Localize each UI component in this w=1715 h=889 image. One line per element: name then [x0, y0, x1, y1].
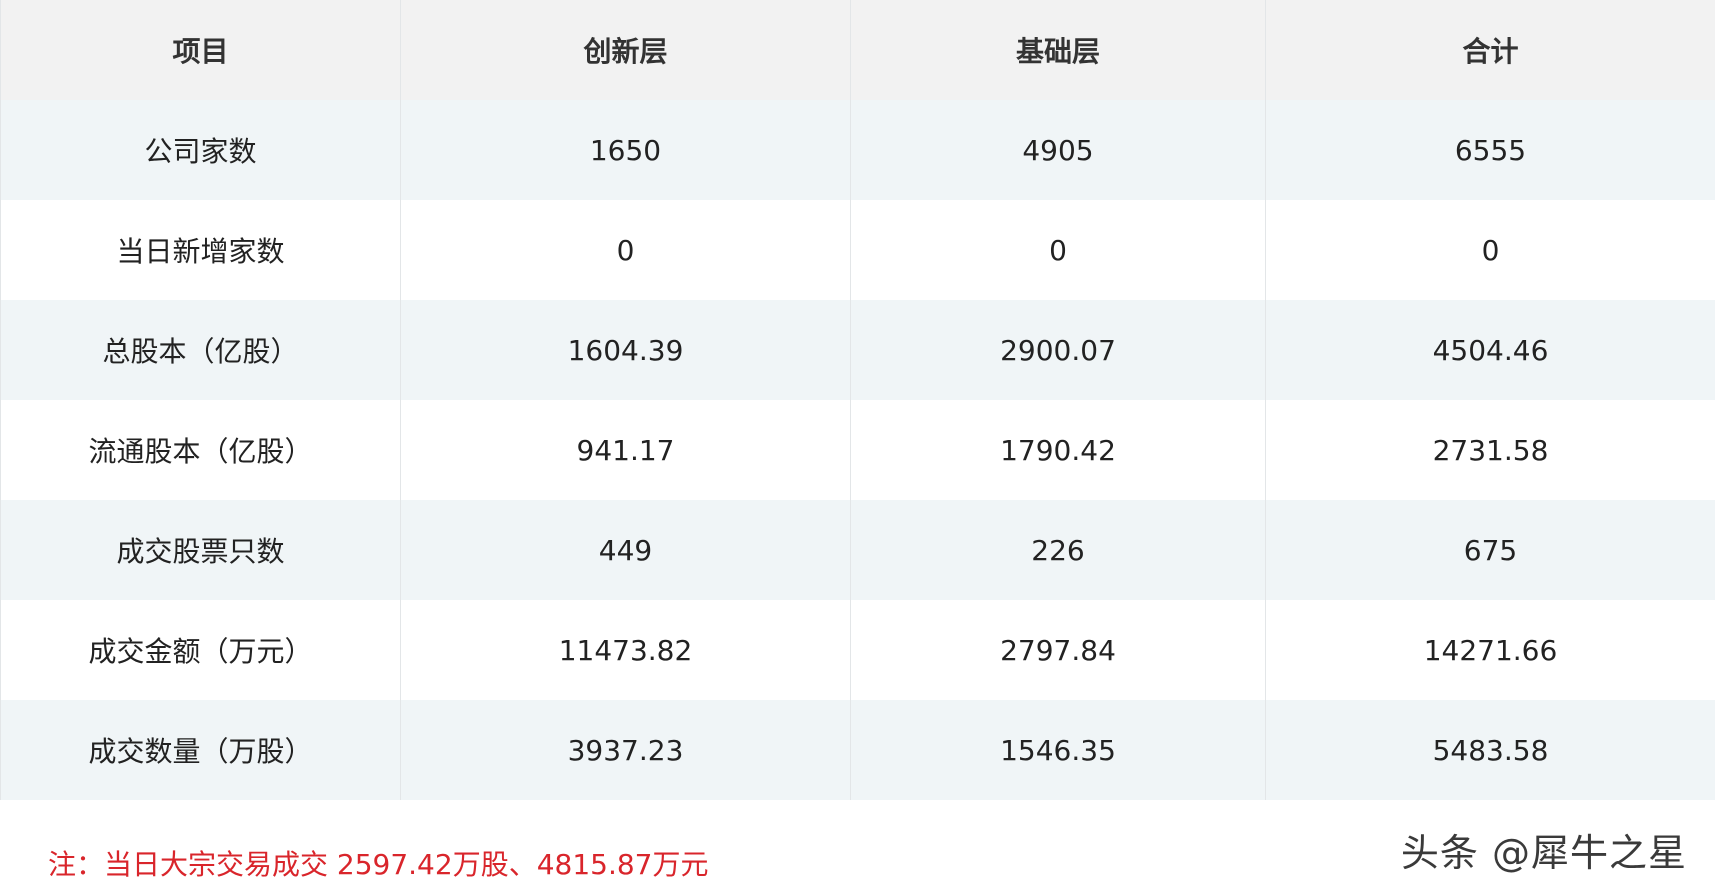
cell-total: 6555	[1265, 100, 1715, 200]
table-row: 成交数量（万股） 3937.23 1546.35 5483.58	[0, 700, 1715, 800]
row-label: 当日新增家数	[0, 200, 401, 300]
header-innovation-tier: 创新层	[400, 0, 851, 100]
cell-total: 4504.46	[1265, 300, 1715, 400]
cell-innovation: 1650	[400, 100, 851, 200]
cell-innovation: 0	[400, 200, 851, 300]
cell-basic: 2900.07	[850, 300, 1266, 400]
cell-total: 5483.58	[1265, 700, 1715, 800]
cell-basic: 4905	[850, 100, 1266, 200]
header-item: 项目	[0, 0, 401, 100]
block-trade-note: 注：当日大宗交易成交 2597.42万股、4815.87万元	[48, 848, 709, 881]
row-label: 总股本（亿股）	[0, 300, 401, 400]
table-header-row: 项目 创新层 基础层 合计	[0, 0, 1715, 100]
cell-basic: 0	[850, 200, 1266, 300]
row-label: 成交金额（万元）	[0, 600, 401, 700]
cell-basic: 1546.35	[850, 700, 1266, 800]
watermark: 头条 @犀牛之星	[1400, 831, 1687, 875]
cell-innovation: 1604.39	[400, 300, 851, 400]
table-row: 成交股票只数 449 226 675	[0, 500, 1715, 600]
cell-total: 14271.66	[1265, 600, 1715, 700]
cell-innovation: 449	[400, 500, 851, 600]
table-row: 公司家数 1650 4905 6555	[0, 100, 1715, 200]
cell-innovation: 3937.23	[400, 700, 851, 800]
row-label: 流通股本（亿股）	[0, 400, 401, 500]
cell-innovation: 11473.82	[400, 600, 851, 700]
header-basic-tier: 基础层	[850, 0, 1266, 100]
cell-innovation: 941.17	[400, 400, 851, 500]
data-table: 项目 创新层 基础层 合计 公司家数 1650 4905 6555 当日新增家数…	[0, 0, 1715, 800]
cell-total: 0	[1265, 200, 1715, 300]
row-label: 公司家数	[0, 100, 401, 200]
table-row: 当日新增家数 0 0 0	[0, 200, 1715, 300]
table-row: 总股本（亿股） 1604.39 2900.07 4504.46	[0, 300, 1715, 400]
row-label: 成交数量（万股）	[0, 700, 401, 800]
footer-area: 注：当日大宗交易成交 2597.42万股、4815.87万元 头条 @犀牛之星	[0, 800, 1715, 889]
cell-basic: 226	[850, 500, 1266, 600]
table-row: 成交金额（万元） 11473.82 2797.84 14271.66	[0, 600, 1715, 700]
cell-basic: 1790.42	[850, 400, 1266, 500]
cell-total: 2731.58	[1265, 400, 1715, 500]
table-row: 流通股本（亿股） 941.17 1790.42 2731.58	[0, 400, 1715, 500]
header-total: 合计	[1265, 0, 1715, 100]
cell-basic: 2797.84	[850, 600, 1266, 700]
row-label: 成交股票只数	[0, 500, 401, 600]
data-table-container: 项目 创新层 基础层 合计 公司家数 1650 4905 6555 当日新增家数…	[0, 0, 1715, 800]
cell-total: 675	[1265, 500, 1715, 600]
